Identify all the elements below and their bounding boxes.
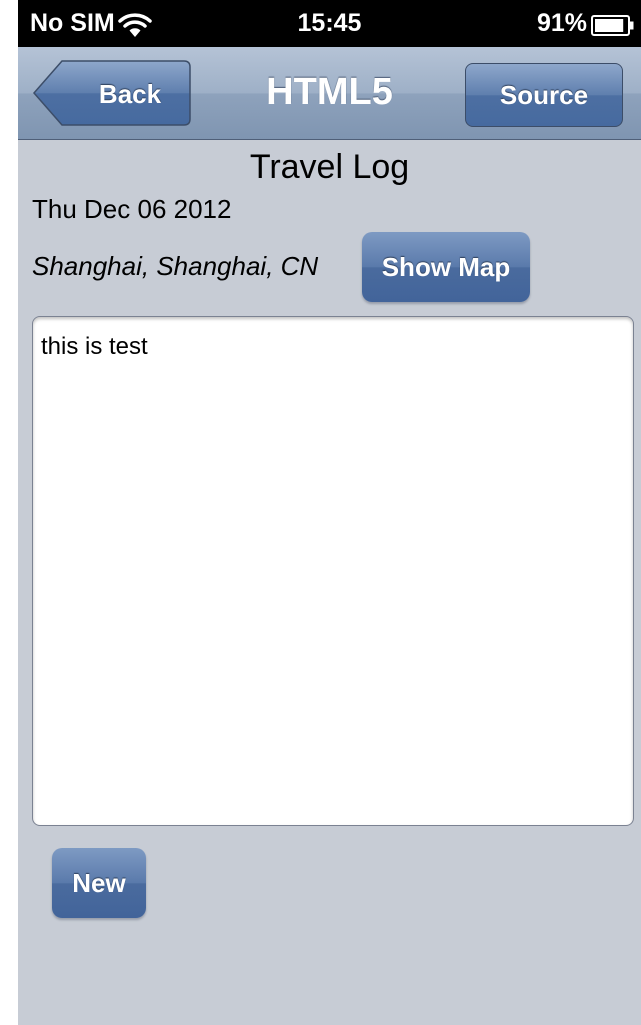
log-location: Shanghai, Shanghai, CN [32,251,319,281]
source-button[interactable]: Source [465,63,623,127]
app-screen: No SIM 15:45 91% Back HTML5 Source Trave… [18,0,641,1025]
battery-icon [591,14,635,36]
nav-bar: Back HTML5 Source [18,47,641,140]
status-bar: No SIM 15:45 91% [18,0,641,47]
travel-log-heading: Travel Log [249,148,410,186]
new-button[interactable]: New [52,848,146,918]
battery-percent: 91% [536,9,587,37]
log-date: Thu Dec 06 2012 [32,194,232,224]
show-map-button[interactable]: Show Map [362,232,530,302]
note-textarea[interactable]: this is test [32,316,634,826]
